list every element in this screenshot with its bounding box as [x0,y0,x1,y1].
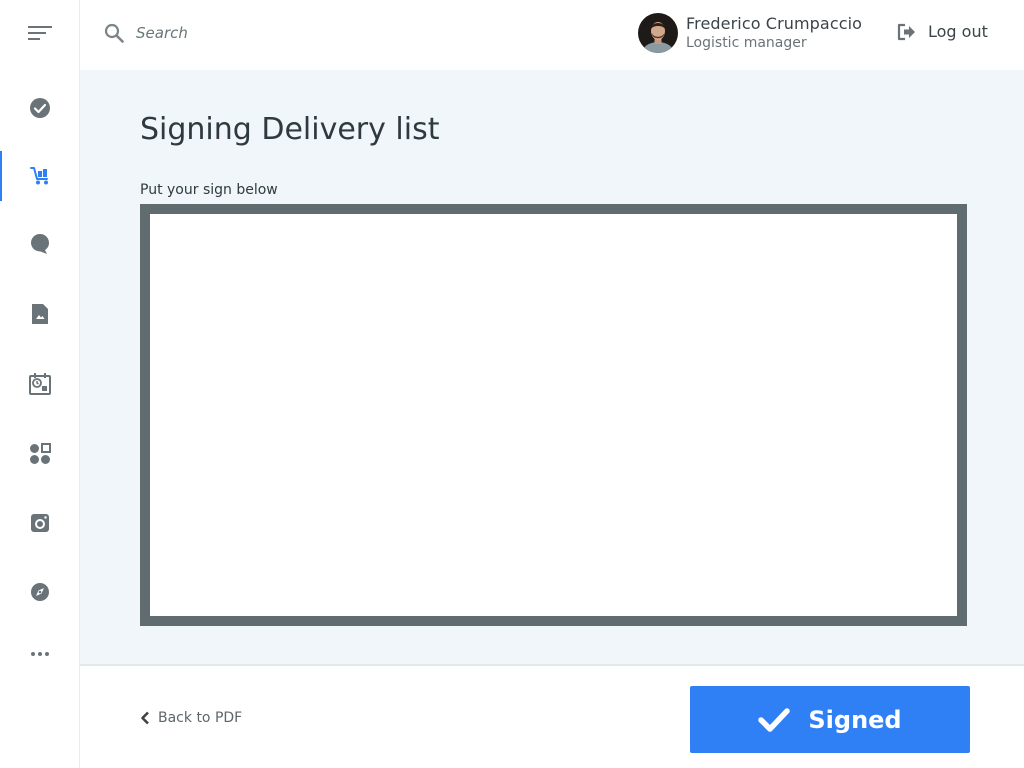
logout-icon [897,23,915,40]
signature-pad[interactable] [140,204,967,626]
checkmark-icon [758,707,791,732]
sidebar-item-schedule[interactable] [0,359,79,409]
chevron-left-icon [141,711,149,725]
signature-instruction: Put your sign below [140,182,278,198]
sidebar-item-more[interactable] [0,629,79,679]
sidebar-item-messages[interactable] [0,219,79,269]
calendar-clock-icon [28,373,51,395]
delivery-cart-icon [29,167,48,185]
page-title: Signing Delivery list [140,112,440,147]
signed-label: Signed [808,705,902,734]
back-to-pdf-label: Back to PDF [158,710,243,726]
main-content: Signing Delivery list Put your sign belo… [80,70,1024,664]
sidebar-item-apps[interactable] [0,429,79,479]
user-role: Logistic manager [686,35,807,51]
sidebar-item-explore[interactable] [0,567,79,617]
sidebar-item-documents[interactable] [0,289,79,339]
action-footer: Back to PDF Signed [80,664,1024,768]
logout-label: Log out [928,22,988,41]
user-name: Frederico Crumpaccio [686,14,863,33]
sidebar-item-tasks[interactable] [0,83,79,133]
user-profile[interactable]: Frederico Crumpaccio Logistic manager [638,13,862,53]
avatar [638,13,678,53]
sidebar-item-deliveries[interactable] [0,151,79,201]
menu-button[interactable] [0,8,79,58]
sidebar-item-camera[interactable] [0,498,79,548]
top-bar: Frederico Crumpaccio Logistic manager Lo… [80,0,1024,70]
signed-button[interactable]: Signed [690,686,970,753]
search-icon [104,23,124,43]
search-input[interactable] [136,19,436,47]
document-icon [31,304,48,324]
logout-button[interactable]: Log out [896,22,988,41]
chat-bubble-icon [30,234,49,254]
compass-icon [30,583,49,601]
check-circle-icon [29,98,50,118]
sidebar [0,0,80,768]
menu-icon [27,26,52,40]
apps-grid-icon [29,443,51,464]
camera-icon [30,514,49,532]
back-to-pdf-link[interactable]: Back to PDF [140,710,242,726]
more-icon [30,652,49,656]
